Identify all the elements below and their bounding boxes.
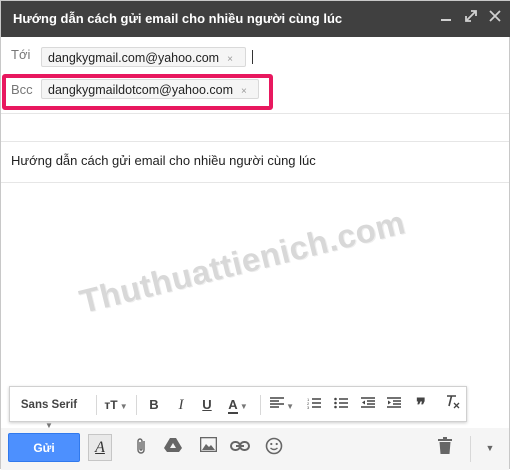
remove-to-recipient-icon[interactable]: × xyxy=(227,54,233,65)
more-options-icon[interactable]: ▼ xyxy=(479,437,501,459)
svg-text:3: 3 xyxy=(307,405,310,409)
text-color-icon[interactable]: A ▼ xyxy=(223,395,253,415)
font-size-icon[interactable]: тT ▼ xyxy=(102,395,130,415)
formatting-icon[interactable]: A xyxy=(88,434,112,461)
subject-row[interactable]: Hướng dẫn cách gửi email cho nhiều người… xyxy=(1,142,509,183)
popout-icon[interactable] xyxy=(461,9,481,29)
compose-window: Hướng dẫn cách gửi email cho nhiều người… xyxy=(0,0,510,470)
font-family-value: Sans Serif xyxy=(20,399,78,411)
underline-icon[interactable]: U xyxy=(198,395,216,415)
empty-field-row[interactable] xyxy=(1,113,509,142)
to-recipient-email: dangkygmail.com@yahoo.com xyxy=(48,51,220,65)
align-icon[interactable]: ▼ xyxy=(267,395,297,415)
send-button[interactable]: Gửi xyxy=(8,433,80,462)
indent-less-icon[interactable] xyxy=(359,395,377,415)
bottom-bar-divider xyxy=(470,436,471,462)
subject-text: Hướng dẫn cách gửi email cho nhiều người… xyxy=(11,153,316,168)
numbered-list-icon[interactable]: 123 xyxy=(305,395,323,415)
attach-icon[interactable] xyxy=(131,437,153,459)
drive-icon[interactable] xyxy=(162,437,184,459)
emoji-icon[interactable] xyxy=(263,437,285,459)
photo-icon[interactable] xyxy=(197,436,219,459)
link-icon[interactable] xyxy=(229,437,251,459)
remove-formatting-icon[interactable] xyxy=(444,395,462,415)
text-caret xyxy=(252,50,253,64)
to-recipient-chip[interactable]: dangkygmail.com@yahoo.com × xyxy=(41,47,246,67)
toolbar-divider xyxy=(96,395,97,415)
font-family-select[interactable]: Sans Serif ▼ xyxy=(18,395,80,430)
formatting-toolbar: Sans Serif ▼ тT ▼ B I U A ▼ ▼ 123 ❞ xyxy=(9,386,467,430)
compose-bottom-bar: Gửi A ▼ xyxy=(1,428,509,470)
indent-more-icon[interactable] xyxy=(385,395,403,415)
bcc-highlight-box xyxy=(2,74,273,110)
to-label: Tới xyxy=(11,47,31,62)
trash-icon[interactable] xyxy=(434,437,456,459)
minimize-icon[interactable] xyxy=(436,9,456,29)
to-row[interactable]: Tới dangkygmail.com@yahoo.com × xyxy=(1,37,509,71)
quote-icon[interactable]: ❞ xyxy=(412,395,430,415)
italic-icon[interactable]: I xyxy=(172,395,190,415)
bulleted-list-icon[interactable] xyxy=(332,395,350,415)
toolbar-divider xyxy=(260,395,261,415)
bold-icon[interactable]: B xyxy=(145,395,163,415)
compose-title: Hướng dẫn cách gửi email cho nhiều người… xyxy=(13,11,343,26)
compose-titlebar[interactable]: Hướng dẫn cách gửi email cho nhiều người… xyxy=(1,1,510,37)
close-icon[interactable] xyxy=(485,9,505,29)
toolbar-divider xyxy=(136,395,137,415)
